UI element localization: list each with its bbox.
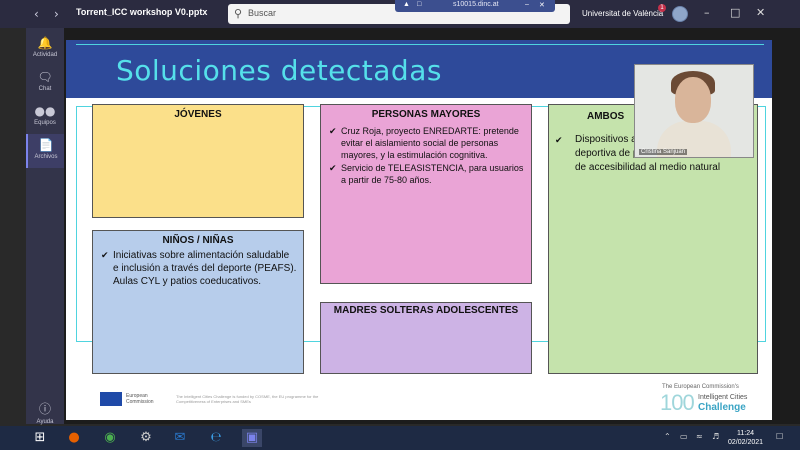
list-item-text: Cruz Roja, proyecto ENREDARTE: pretende …: [341, 126, 519, 160]
rail-item-label: Equipos: [34, 120, 56, 126]
help-icon: ⓘ: [38, 402, 51, 416]
volume-icon[interactable]: ♬: [712, 432, 719, 441]
list-item: ✔ Iniciativas sobre alimentación saludabl…: [101, 249, 297, 288]
ic-logo-challenge: Challenge: [698, 402, 746, 413]
outlook-icon[interactable]: ✉: [170, 429, 190, 447]
share-label: s10015.dinc.at: [453, 1, 499, 8]
windows-start-icon[interactable]: ⊞: [30, 429, 50, 447]
search-placeholder: Buscar: [248, 8, 277, 18]
header-line: [76, 44, 764, 45]
note-title: PERSONAS MAYORES: [371, 109, 481, 120]
check-icon: ✔: [101, 250, 109, 260]
rail-item-activity[interactable]: 🔔 Actividad: [26, 32, 64, 66]
note-jovenes: JÓVENES: [92, 104, 304, 218]
title-bar: ‹ › Torrent_ICC workshop V0.pptx ⚲ Busca…: [0, 0, 800, 28]
rail-item-label: Actividad: [32, 52, 58, 58]
rail-item-help[interactable]: ⓘ Ayuda: [26, 396, 64, 430]
list-item-text: Servicio de TELEASISTENCIA, para usuario…: [341, 163, 524, 185]
teams-icon: ●●: [34, 104, 56, 118]
eu-flag-logo: [100, 392, 122, 406]
rail-item-label: Chat: [38, 86, 52, 92]
system-clock[interactable]: 11:24 02/02/2021: [728, 429, 763, 447]
note-personas-mayores: PERSONAS MAYORES ✔ Cruz Roja, proyecto EN…: [320, 104, 532, 284]
organization-name[interactable]: Universitat de València: [582, 9, 663, 18]
note-title: MADRES SOLTERAS ADOLESCENTES: [333, 305, 519, 316]
clock-time: 11:24: [737, 430, 755, 437]
screen: ‹ › Torrent_ICC workshop V0.pptx ⚲ Busca…: [0, 0, 800, 450]
rail-item-label: Ayuda: [36, 419, 54, 425]
person-face: [675, 77, 711, 123]
eu-commission-text: European Commission: [126, 393, 166, 405]
minimize-icon[interactable]: –: [704, 6, 710, 19]
check-icon: ✔: [555, 135, 563, 145]
rail-item-teams[interactable]: ●● Equipos: [26, 100, 64, 134]
firefox-icon[interactable]: ●: [64, 429, 84, 447]
slide-footer: European Commission The Intelligent Citi…: [66, 380, 772, 420]
note-title: NIÑOS / NIÑAS: [162, 235, 234, 246]
ic-logo-subtitle: Intelligent Cities: [698, 394, 748, 401]
window-title: Torrent_ICC workshop V0.pptx: [76, 7, 208, 17]
ic-logo-100: 100: [660, 390, 695, 415]
share-icon[interactable]: □: [417, 1, 421, 8]
maximize-icon[interactable]: □: [730, 6, 740, 19]
teams-app-icon[interactable]: ▣: [242, 429, 262, 447]
settings-app-icon[interactable]: ⚙: [136, 429, 156, 447]
close-icon[interactable]: ✕: [756, 6, 765, 19]
forward-arrow-icon[interactable]: ›: [54, 7, 59, 21]
search-icon: ⚲: [234, 7, 243, 20]
check-icon: ✔: [329, 163, 337, 173]
files-icon: 📄: [38, 138, 54, 152]
presentation-slide: Soluciones detectadas JÓVENES NIÑOS / NI…: [66, 40, 772, 420]
app-rail: 🔔 Actividad 🗨 Chat ●● Equipos 📄 Archivos…: [26, 28, 64, 425]
check-icon: ✔: [329, 126, 337, 136]
slide-title: Soluciones detectadas: [116, 54, 442, 87]
note-madres-solteras: MADRES SOLTERAS ADOLESCENTES: [320, 302, 532, 374]
list-item-text: Iniciativas sobre alimentación saludable…: [113, 250, 297, 287]
bell-icon: 🔔: [37, 36, 53, 50]
rail-item-files[interactable]: 📄 Archivos: [26, 134, 64, 168]
tray-chevron-icon[interactable]: ⌃: [664, 432, 671, 441]
pin-icon[interactable]: ▲: [403, 1, 410, 8]
wifi-icon[interactable]: ≈: [696, 432, 703, 441]
footer-funding-text: The Intelligent Cities Challenge is fund…: [176, 394, 319, 404]
minimize-share-icon[interactable]: –: [525, 1, 529, 8]
note-list: ✔ Iniciativas sobre alimentación saludabl…: [101, 249, 297, 289]
close-share-icon[interactable]: ✕: [539, 1, 545, 9]
participant-video[interactable]: Cristina Sanjuan: [634, 64, 754, 158]
list-item: ✔ Servicio de TELEASISTENCIA, para usuari…: [329, 162, 525, 186]
clock-date: 02/02/2021: [728, 439, 764, 446]
note-ninos: NIÑOS / NIÑAS ✔ Iniciativas sobre aliment…: [92, 230, 304, 374]
taskbar: ⊞ ● ◉ ⚙ ✉ ℮ ▣ ⌃ ▭ ≈ ♬ 11:24 02/02/2021 ☐: [0, 426, 800, 450]
eu-line-2: Commission: [126, 399, 154, 405]
avatar[interactable]: [672, 6, 688, 22]
participant-name: Cristina Sanjuan: [639, 149, 688, 155]
note-title: JÓVENES: [174, 109, 222, 120]
battery-icon[interactable]: ▭: [680, 432, 688, 441]
rail-item-chat[interactable]: 🗨 Chat: [26, 66, 64, 100]
note-list: ✔ Cruz Roja, proyecto ENREDARTE: pretende…: [329, 125, 525, 187]
chrome-icon[interactable]: ◉: [100, 429, 120, 447]
notification-badge: 1: [658, 4, 666, 12]
chat-icon: 🗨: [37, 70, 53, 84]
list-item: ✔ Cruz Roja, proyecto ENREDARTE: pretende…: [329, 125, 525, 161]
edge-icon[interactable]: ℮: [206, 429, 226, 447]
screen-share-bar[interactable]: ▲ □ s10015.dinc.at – ✕: [395, 0, 555, 12]
back-arrow-icon[interactable]: ‹: [34, 7, 39, 21]
notifications-icon[interactable]: ☐: [776, 432, 783, 441]
rail-item-label: Archivos: [34, 154, 58, 160]
